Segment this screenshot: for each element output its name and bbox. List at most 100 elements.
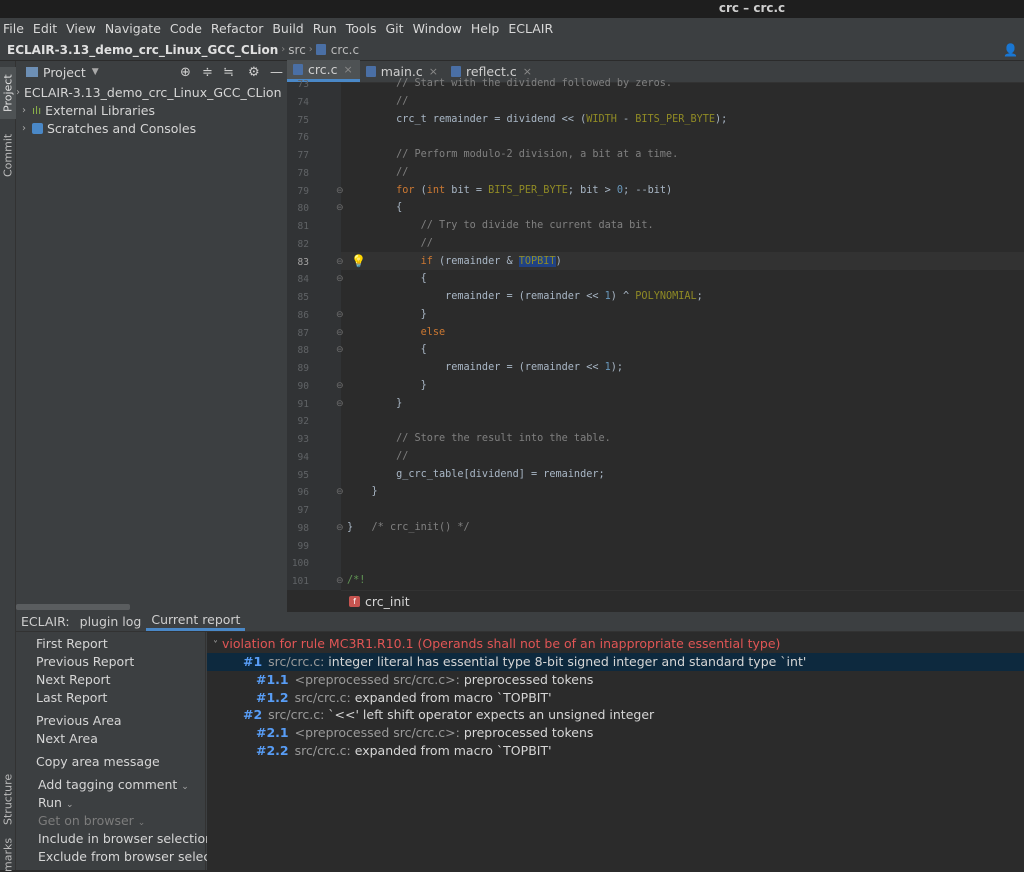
code-line[interactable]: else [347, 327, 446, 338]
breadcrumb-function[interactable]: crc_init [365, 594, 410, 609]
code-line[interactable]: } [347, 486, 378, 497]
next-area-button[interactable]: Next Area [36, 731, 98, 746]
chevron-down-icon[interactable]: ˅ [213, 640, 218, 651]
tree-item-project[interactable]: › ECLAIR-3.13_demo_crc_Linux_GCC_CLion ~… [16, 83, 302, 101]
chevron-right-icon[interactable]: › [16, 105, 32, 116]
horizontal-scrollbar[interactable] [16, 604, 130, 610]
menu-git[interactable]: Git [382, 21, 409, 36]
entry-path: src/crc.c: [294, 690, 351, 705]
code-line[interactable]: /*! [347, 575, 365, 586]
menu-help[interactable]: Help [467, 21, 505, 36]
menu-edit[interactable]: Edit [29, 21, 62, 36]
code-breadcrumb: f crc_init [341, 590, 1024, 612]
nav-project[interactable]: ECLAIR-3.13_demo_crc_Linux_GCC_CLion [0, 43, 278, 57]
previous-area-button[interactable]: Previous Area [36, 713, 122, 728]
code-line[interactable]: // [347, 238, 433, 249]
code-line[interactable]: } [347, 398, 402, 409]
tab-structure[interactable]: Structure [0, 769, 16, 829]
tab-project[interactable]: Project [0, 67, 16, 119]
collapse-all-icon[interactable]: ≒ [223, 65, 234, 80]
project-panel-title[interactable]: Project [43, 65, 86, 80]
chevron-right-icon[interactable]: › [16, 123, 32, 134]
report-entry-1-2[interactable]: #1.2 src/crc.c: expanded from macro `TOPB… [256, 690, 552, 705]
tab-current-report[interactable]: Current report [146, 612, 246, 631]
chevron-down-icon[interactable]: ▼ [92, 67, 99, 77]
fold-icon[interactable]: ⊖ [336, 381, 344, 391]
menu-run[interactable]: Run [309, 21, 342, 36]
code-line[interactable]: } [347, 380, 427, 391]
menu-view[interactable]: View [62, 21, 101, 36]
code-line[interactable]: // [347, 96, 408, 107]
code-line[interactable]: { [347, 202, 402, 213]
next-report-button[interactable]: Next Report [36, 672, 111, 687]
close-icon[interactable]: × [429, 65, 438, 78]
hide-icon[interactable]: — [270, 65, 283, 80]
close-icon[interactable]: × [343, 63, 352, 76]
previous-report-button[interactable]: Previous Report [36, 654, 134, 669]
tree-item-scratches[interactable]: › Scratches and Consoles [16, 119, 196, 137]
report-entry-2-1[interactable]: #2.1 <preprocessed src/crc.c>: preprocess… [256, 725, 593, 740]
code-line[interactable]: // [347, 451, 408, 462]
menu-tools[interactable]: Tools [342, 21, 382, 36]
get-on-browser-menu[interactable]: Get on browser ⌄ [38, 813, 145, 828]
violation-row[interactable]: ˅ violation for rule MC3R1.R10.1 (Operand… [213, 636, 780, 651]
code-line[interactable]: } [347, 309, 427, 320]
code-line[interactable]: { [347, 273, 427, 284]
fold-icon[interactable]: ⊖ [336, 186, 344, 196]
close-icon[interactable]: × [523, 65, 532, 78]
menu-eclair[interactable]: ECLAIR [504, 21, 558, 36]
tab-bookmarks[interactable]: marks [0, 838, 16, 872]
code-line[interactable]: } /* crc_init() */ [347, 522, 470, 533]
run-menu[interactable]: Run ⌄ [38, 795, 74, 810]
nav-folder[interactable]: src [288, 43, 306, 57]
scratch-icon [32, 122, 43, 134]
code-line[interactable]: // Store the result into the table. [347, 433, 611, 444]
code-line[interactable]: // [347, 167, 408, 178]
report-entry-1-1[interactable]: #1.1 <preprocessed src/crc.c>: preprocess… [256, 672, 593, 687]
last-report-button[interactable]: Last Report [36, 690, 107, 705]
fold-icon[interactable]: ⊖ [336, 203, 344, 213]
include-in-browser-selection-menu[interactable]: Include in browser selection ⌄ [38, 831, 225, 846]
copy-area-message-button[interactable]: Copy area message [36, 754, 160, 769]
fold-icon[interactable]: ⊖ [336, 576, 344, 586]
locate-icon[interactable]: ⊕ [180, 65, 191, 80]
tab-commit[interactable]: Commit [0, 129, 16, 181]
expand-all-icon[interactable]: ≑ [202, 65, 213, 80]
gear-icon[interactable]: ⚙ [248, 65, 260, 80]
user-icon[interactable]: 👤 [1003, 43, 1018, 57]
code-line[interactable]: g_crc_table[dividend] = remainder; [347, 469, 605, 480]
report-entry-2[interactable]: #2 src/crc.c: `<<' left shift operator ex… [243, 707, 654, 722]
report-entry-2-2[interactable]: #2.2 src/crc.c: expanded from macro `TOPB… [256, 743, 552, 758]
report-entry-1[interactable]: #1 src/crc.c: integer literal has essenti… [207, 653, 1024, 671]
fold-icon[interactable]: ⊖ [336, 257, 344, 267]
fold-icon[interactable]: ⊖ [336, 345, 344, 355]
code-line[interactable]: remainder = (remainder << 1); [347, 362, 623, 373]
fold-icon[interactable]: ⊖ [336, 487, 344, 497]
code-line[interactable]: crc_t remainder = dividend << (WIDTH - B… [347, 114, 727, 125]
menu-file[interactable]: File [0, 21, 29, 36]
code-line[interactable]: { [347, 344, 427, 355]
nav-file[interactable]: crc.c [331, 43, 359, 57]
tab-plugin-log[interactable]: plugin log [75, 614, 147, 629]
code-line[interactable]: if (remainder & TOPBIT) [347, 255, 562, 267]
menu-code[interactable]: Code [166, 21, 207, 36]
fold-icon[interactable]: ⊖ [336, 274, 344, 284]
menu-window[interactable]: Window [409, 21, 467, 36]
code-line[interactable]: remainder = (remainder << 1) ^ POLYNOMIA… [347, 291, 703, 302]
fold-icon[interactable]: ⊖ [336, 328, 344, 338]
code-line[interactable]: // Start with the dividend followed by z… [347, 78, 672, 89]
tree-item-libraries[interactable]: › ılı External Libraries [16, 101, 155, 119]
code-line[interactable]: // Perform modulo-2 division, a bit at a… [347, 149, 678, 160]
menu-navigate[interactable]: Navigate [101, 21, 166, 36]
menu-refactor[interactable]: Refactor [207, 21, 268, 36]
fold-icon[interactable]: ⊖ [336, 399, 344, 409]
code-line[interactable]: // Try to divide the current data bit. [347, 220, 654, 231]
chevron-right-icon[interactable]: › [16, 87, 20, 98]
add-tagging-comment-menu[interactable]: Add tagging comment ⌄ [38, 777, 189, 792]
fold-icon[interactable]: ⊖ [336, 523, 344, 533]
first-report-button[interactable]: First Report [36, 636, 108, 651]
code-line[interactable]: for (int bit = BITS_PER_BYTE; bit > 0; -… [347, 185, 672, 196]
menu-build[interactable]: Build [268, 21, 308, 36]
fold-icon[interactable]: ⊖ [336, 310, 344, 320]
line-number: 84 [297, 274, 309, 286]
